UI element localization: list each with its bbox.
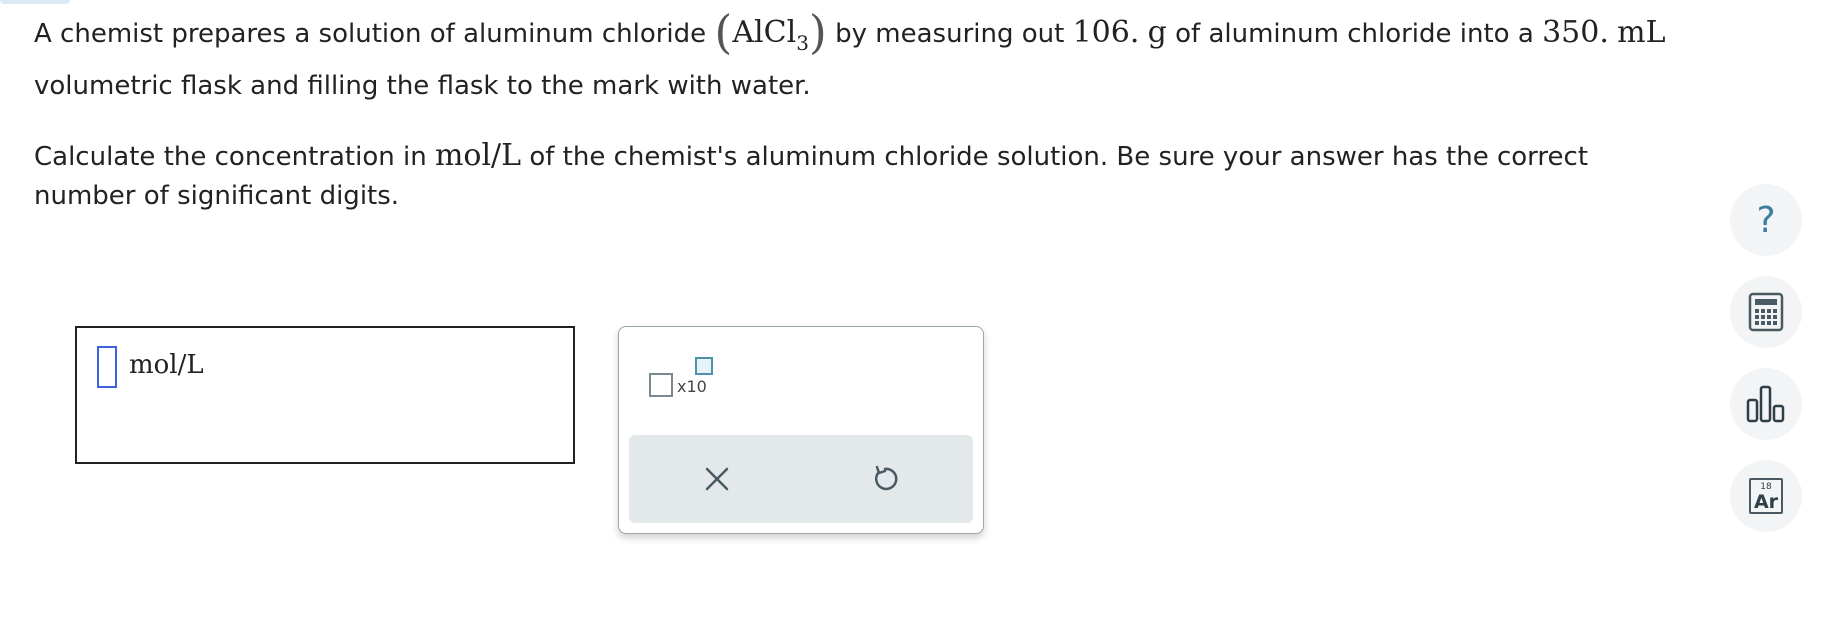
concentration-unit: mol/L (434, 138, 522, 173)
question-line-2: volumetric flask and filling the flask t… (34, 71, 811, 101)
clear-button[interactable] (699, 461, 735, 497)
question-text-3b: of the chemist's aluminum chloride solut… (529, 142, 1589, 172)
bar-chart-icon (1746, 385, 1785, 423)
mass-value: 106. (1072, 15, 1140, 50)
formula: AlCl3 (732, 15, 809, 55)
volume-unit: mL (1617, 15, 1666, 50)
volume-value: 350. (1542, 15, 1609, 50)
question-text-1a: A chemist prepares a solution of aluminu… (34, 19, 707, 49)
scientific-notation-button[interactable]: x10 (649, 357, 729, 407)
answer-unit: mol/L (129, 350, 204, 380)
calculator-button[interactable] (1730, 276, 1802, 348)
answer-input-box[interactable]: mol/L (75, 326, 575, 464)
question-text-1b: by measuring out (835, 19, 1065, 49)
data-chart-button[interactable] (1730, 368, 1802, 440)
open-paren: ( (714, 5, 733, 59)
question-line-4: number of significant digits. (34, 181, 400, 211)
formula-main: AlCl (732, 15, 797, 50)
periodic-table-icon: 18 Ar (1749, 478, 1783, 514)
question-line-1: A chemist prepares a solution of aluminu… (34, 9, 1666, 63)
question-text-3a: Calculate the concentration in (34, 142, 427, 172)
question-line-3: Calculate the concentration in mol/L of … (34, 136, 1588, 177)
keypad-action-bar (629, 435, 973, 523)
undo-icon (874, 465, 898, 491)
answer-input-slot[interactable] (97, 346, 117, 388)
mass-unit: g (1147, 15, 1167, 50)
question-mark-icon: ? (1756, 199, 1776, 241)
close-icon (705, 467, 729, 491)
element-symbol: Ar (1753, 491, 1779, 513)
math-keypad: x10 (618, 326, 984, 534)
exponent-slot-icon (695, 357, 713, 375)
calculator-icon (1748, 292, 1784, 332)
mantissa-slot-icon (649, 373, 673, 397)
close-paren: ) (808, 5, 827, 59)
periodic-table-button[interactable]: 18 Ar (1730, 460, 1802, 532)
top-tab-indicator (0, 0, 70, 4)
undo-button[interactable] (867, 461, 903, 497)
formula-subscript: 3 (796, 31, 809, 55)
times-ten-label: x10 (677, 377, 707, 396)
question-text-1c: of aluminum chloride into a (1175, 19, 1534, 49)
help-button[interactable]: ? (1730, 184, 1802, 256)
